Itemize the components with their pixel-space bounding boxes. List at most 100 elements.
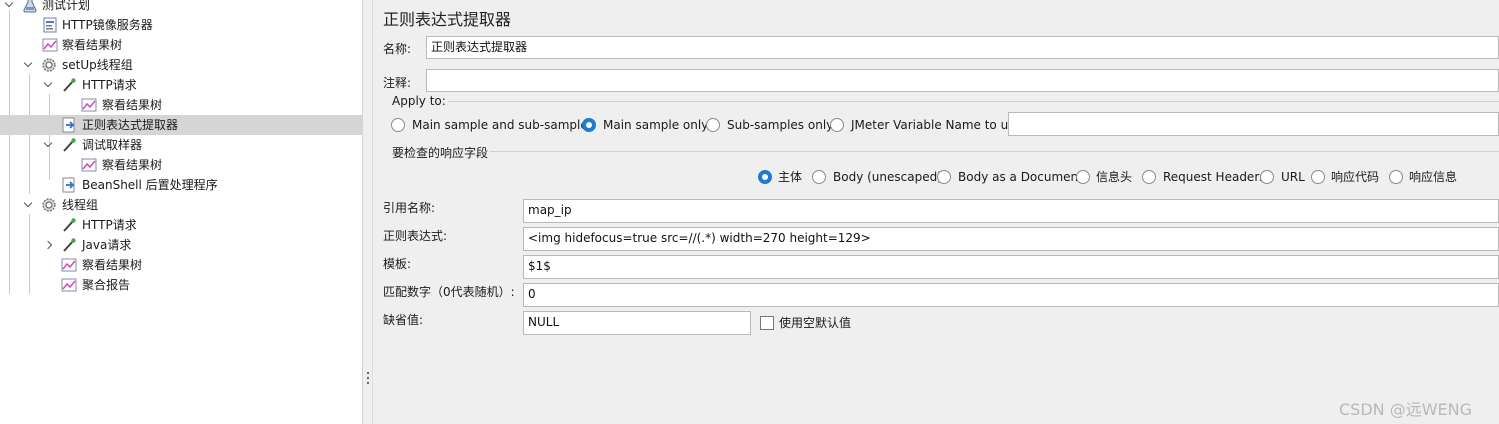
aggregate-report-icon	[61, 278, 77, 292]
radio-request-headers-label[interactable]: Request Headers	[1163, 169, 1266, 185]
template-input[interactable]: $1$	[523, 255, 1499, 279]
radio-response-code[interactable]	[1311, 170, 1325, 184]
http-sampler-icon	[63, 218, 76, 232]
match-no-input[interactable]: 0	[523, 283, 1499, 307]
view-results-tree-icon	[81, 158, 97, 172]
radio-request-headers[interactable]	[1142, 170, 1156, 184]
ref-name-input[interactable]: map_ip	[523, 199, 1499, 223]
tree-item-aggregate-report[interactable]: 聚合报告	[0, 275, 362, 295]
default-value-label: 缺省值:	[383, 313, 424, 327]
tree-item-label: 调试取样器	[82, 138, 143, 152]
comment-label: 注释:	[383, 76, 412, 90]
splitter-grip-dot	[367, 382, 369, 384]
radio-url-label[interactable]: URL	[1281, 169, 1305, 185]
match-no-label: 匹配数字（0代表随机）:	[383, 285, 515, 299]
tree-item-label: HTTP镜像服务器	[62, 18, 153, 32]
java-sampler-icon	[63, 238, 76, 252]
radio-jmeter-variable[interactable]	[830, 118, 844, 132]
jmeter-variable-input[interactable]	[1008, 112, 1499, 136]
tree-item-http-mirror-server[interactable]: HTTP镜像服务器	[0, 15, 362, 35]
tree-item-setup-thread-group[interactable]: setUp线程组	[0, 55, 362, 75]
chevron-down-icon[interactable]	[23, 198, 33, 210]
splitter-grip-dot	[367, 377, 369, 379]
response-field-legend: 要检查的响应字段	[390, 144, 491, 161]
radio-url[interactable]	[1260, 170, 1274, 184]
panel-splitter[interactable]	[363, 0, 373, 424]
tree-item-debug-sampler[interactable]: 调试取样器	[0, 135, 362, 155]
radio-headers[interactable]	[1076, 170, 1090, 184]
chevron-down-icon[interactable]	[4, 0, 14, 10]
tree-item-label: Java请求	[82, 238, 132, 252]
tree-item-view-results-tree[interactable]: 察看结果树	[0, 255, 362, 275]
regex-extractor-icon	[62, 117, 75, 133]
regex-input[interactable]: <img hidefocus=true src=//(.*) width=270…	[523, 227, 1499, 251]
tree-item-test-plan[interactable]: 测试计划	[0, 0, 362, 15]
response-field-group-border	[390, 151, 1499, 152]
name-input[interactable]: 正则表达式提取器	[426, 36, 1499, 59]
tree-item-view-results-tree[interactable]: 察看结果树	[0, 35, 362, 55]
view-results-tree-icon	[42, 38, 58, 52]
ref-name-label: 引用名称:	[383, 201, 436, 215]
radio-jmeter-variable-label[interactable]: JMeter Variable Name to use	[851, 117, 1022, 133]
radio-response-code-label[interactable]: 响应代码	[1331, 169, 1379, 185]
watermark: CSDN @远WENG	[1339, 400, 1473, 419]
use-empty-default-checkbox[interactable]	[760, 316, 774, 330]
test-plan-tree[interactable]: 测试计划 HTTP镜像服务器 察看结果树 setUp线程组 HTTP请求 察看结…	[0, 0, 363, 424]
tree-item-java-request[interactable]: Java请求	[0, 235, 362, 255]
radio-response-message[interactable]	[1389, 170, 1403, 184]
debug-sampler-icon	[63, 138, 76, 152]
chevron-down-icon[interactable]	[43, 78, 53, 90]
panel-title: 正则表达式提取器	[383, 10, 512, 29]
radio-sub-samples-only[interactable]	[706, 118, 720, 132]
tree-item-label: 察看结果树	[102, 158, 163, 172]
regex-label: 正则表达式:	[383, 229, 448, 243]
apply-to-group-border	[390, 101, 1499, 102]
radio-body[interactable]	[758, 170, 772, 184]
mirror-server-icon	[43, 17, 57, 33]
tree-item-label: 线程组	[62, 198, 99, 212]
radio-main-and-sub-samples-label[interactable]: Main sample and sub-samples	[412, 117, 594, 133]
tree-item-thread-group[interactable]: 线程组	[0, 195, 362, 215]
thread-group-icon	[42, 198, 56, 212]
view-results-tree-icon	[61, 258, 77, 272]
tree-item-view-results-tree[interactable]: 察看结果树	[0, 95, 362, 115]
radio-headers-label[interactable]: 信息头	[1096, 169, 1132, 185]
radio-main-and-sub-samples[interactable]	[391, 118, 405, 132]
radio-body-as-document-label[interactable]: Body as a Document	[958, 169, 1083, 185]
radio-main-sample-only[interactable]	[582, 118, 596, 132]
tree-item-label: 聚合报告	[82, 278, 131, 292]
tree-item-label: HTTP请求	[82, 78, 137, 92]
name-label: 名称:	[383, 42, 412, 56]
radio-main-sample-only-label[interactable]: Main sample only	[603, 117, 708, 133]
tree-item-beanshell-postprocessor[interactable]: BeanShell 后置处理程序	[0, 175, 362, 195]
chevron-down-icon[interactable]	[23, 58, 33, 70]
tree-item-http-request[interactable]: HTTP请求	[0, 215, 362, 235]
radio-sub-samples-only-label[interactable]: Sub-samples only	[727, 117, 833, 133]
radio-body-unescaped-label[interactable]: Body (unescaped)	[833, 169, 942, 185]
regex-extractor-panel: 正则表达式提取器 名称: 正则表达式提取器 注释: Apply to: Main…	[373, 0, 1499, 424]
radio-body-as-document[interactable]	[937, 170, 951, 184]
tree-item-label: 测试计划	[42, 0, 91, 12]
use-empty-default-label[interactable]: 使用空默认值	[779, 315, 851, 331]
comment-input[interactable]	[426, 69, 1499, 92]
tree-item-label: 正则表达式提取器	[82, 118, 179, 132]
tree-item-label: BeanShell 后置处理程序	[82, 178, 218, 192]
tree-item-label: setUp线程组	[62, 58, 133, 72]
tree-item-label: 察看结果树	[102, 98, 163, 112]
test-plan-icon	[23, 0, 37, 13]
chevron-right-icon[interactable]	[43, 240, 53, 250]
radio-body-label[interactable]: 主体	[778, 169, 802, 185]
setup-thread-group-icon	[42, 58, 56, 72]
tree-item-view-results-tree[interactable]: 察看结果树	[0, 155, 362, 175]
apply-to-legend: Apply to:	[390, 94, 448, 108]
tree-item-http-request[interactable]: HTTP请求	[0, 75, 362, 95]
default-value-input[interactable]: NULL	[523, 311, 751, 335]
radio-response-message-label[interactable]: 响应信息	[1409, 169, 1457, 185]
jmeter-window: 测试计划 HTTP镜像服务器 察看结果树 setUp线程组 HTTP请求 察看结…	[0, 0, 1499, 424]
beanshell-postprocessor-icon	[62, 177, 75, 193]
tree-item-regex-extractor[interactable]: 正则表达式提取器	[0, 115, 362, 135]
tree-item-label: 察看结果树	[82, 258, 143, 272]
http-sampler-icon	[63, 78, 76, 92]
chevron-down-icon[interactable]	[43, 138, 53, 150]
radio-body-unescaped[interactable]	[812, 170, 826, 184]
